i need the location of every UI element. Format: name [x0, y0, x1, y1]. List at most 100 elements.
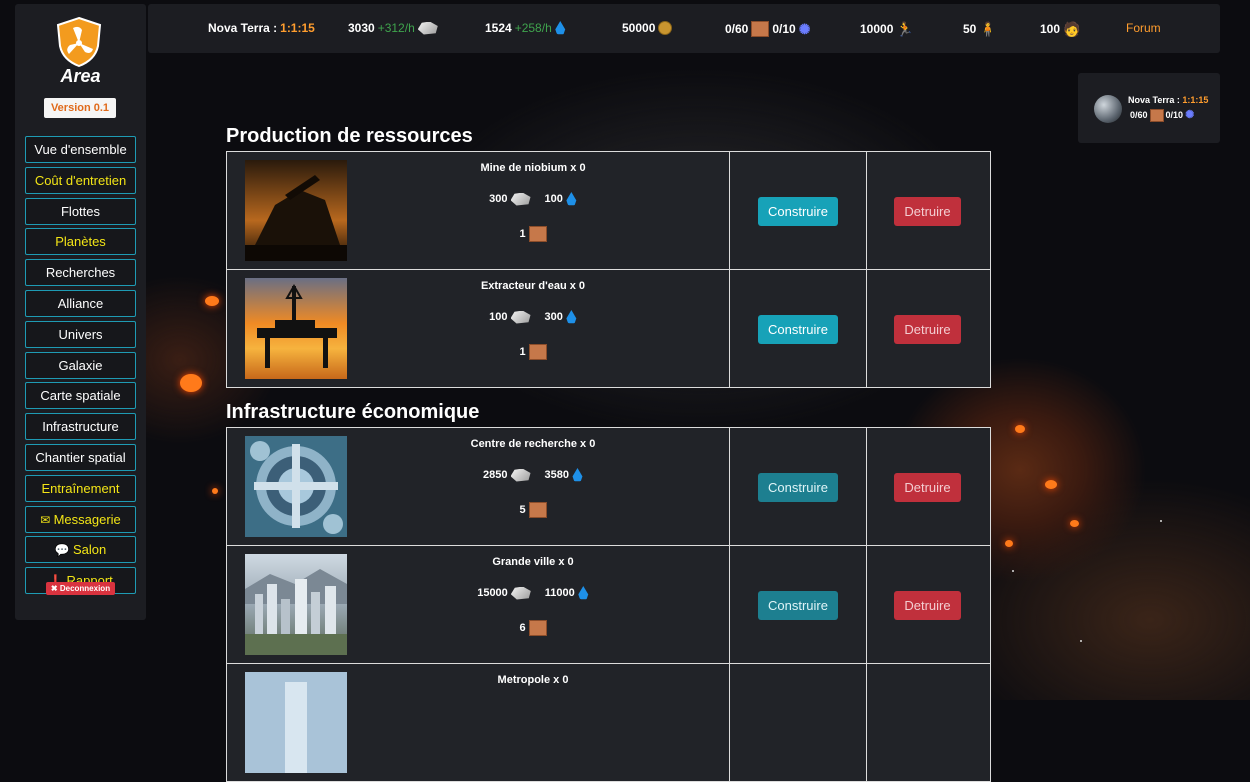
building-name: Extracteur d'eau x 0	[480, 280, 586, 292]
nav-item-salon[interactable]: 💬 Salon	[25, 536, 136, 564]
building-row: Extracteur d'eau x 0 100 300 1 Construir…	[227, 270, 990, 387]
ore-icon	[510, 586, 531, 600]
fan-shield-logo-icon	[56, 16, 102, 68]
envelope-icon: ✉	[40, 512, 54, 527]
destroy-button[interactable]: Detruire	[894, 315, 961, 344]
star-dot	[1012, 570, 1014, 572]
planet-card-capacity: 0/60 0/10 ✺	[1130, 108, 1199, 122]
ore-icon	[417, 21, 438, 35]
main-nav: Vue d'ensemble Coût d'entretien Flottes Pla…	[25, 136, 136, 598]
nav-item-messagerie[interactable]: ✉ Messagerie	[25, 505, 136, 533]
build-button[interactable]: Construire	[758, 473, 838, 502]
scientist-icon: 🧑	[1063, 21, 1081, 37]
building-name: Grande ville x 0	[492, 556, 574, 568]
building-name: Metropole x 0	[497, 674, 569, 686]
building-brick-cost: 1	[377, 226, 689, 242]
fuel-resource: 10000 🏃	[860, 21, 914, 37]
current-planet[interactable]: Nova Terra : 1:1:15	[208, 21, 315, 35]
ember	[1015, 425, 1025, 433]
nav-item-label: Vue d'ensemble	[34, 142, 127, 157]
planet-thumbnail	[1094, 95, 1122, 123]
worker-icon: 🧍	[979, 21, 997, 37]
section-title: Production de ressources	[226, 125, 473, 147]
planet-card-title: Nova Terra : 1:1:15	[1128, 95, 1209, 105]
niobium-mine-image	[245, 160, 347, 261]
building-row: Metropole x 0	[227, 664, 990, 781]
building-costs: 100 300	[377, 310, 689, 324]
nav-item-entra-nement[interactable]: Entraînement	[25, 474, 136, 502]
nav-item-label: Messagerie	[53, 511, 121, 527]
ember	[212, 488, 218, 494]
nav-item-plan-tes[interactable]: Planètes	[25, 228, 136, 256]
water-drop-icon	[572, 468, 583, 482]
planet-card[interactable]: Nova Terra : 1:1:15 0/60 0/10 ✺	[1078, 73, 1220, 143]
atom-icon: ✺	[798, 21, 811, 37]
building-name: Centre de recherche x 0	[470, 438, 596, 450]
nav-item-alliance[interactable]: Alliance	[25, 289, 136, 317]
nav-item-label: Coût d'entretien	[34, 172, 127, 188]
ore-icon	[510, 468, 531, 482]
nav-item-univers[interactable]: Univers	[25, 320, 136, 348]
water-drop-icon	[566, 310, 577, 324]
atom-icon: ✺	[1185, 109, 1195, 121]
destroy-button[interactable]: Detruire	[894, 197, 961, 226]
metropole-image	[245, 672, 347, 773]
building-brick-cost: 6	[377, 620, 689, 636]
chat-icon: 💬	[54, 543, 74, 558]
destroy-button[interactable]: Detruire	[894, 591, 961, 620]
destroy-button[interactable]: Detruire	[894, 473, 961, 502]
sidebar: Area Version 0.1 Vue d'ensemble Coût d'en…	[15, 4, 146, 620]
water-resource: 1524 +258/h	[485, 21, 566, 35]
nav-item-co-t-d-entretien[interactable]: Coût d'entretien	[25, 166, 136, 194]
ember	[1070, 520, 1079, 527]
water-extractor-image	[245, 278, 347, 379]
building-brick-cost: 1	[377, 344, 689, 360]
logout-button[interactable]: ✖ Deconnexion	[46, 582, 115, 595]
big-city-image	[245, 554, 347, 655]
star-dot	[1080, 640, 1082, 642]
brick-icon	[528, 620, 547, 636]
scientists-resource: 100 🧑	[1040, 21, 1081, 37]
nav-item-label: Salon	[73, 542, 107, 558]
nav-item-chantier-spatial[interactable]: Chantier spatial	[25, 443, 136, 471]
building-table: Centre de recherche x 0 2850 3580 5 Cons…	[226, 427, 991, 782]
water-rate: +258/h	[514, 21, 552, 35]
research-center-image	[245, 436, 347, 537]
nav-item-label: Chantier spatial	[35, 449, 126, 465]
build-button[interactable]: Construire	[758, 197, 838, 226]
ore-icon	[510, 192, 531, 206]
nav-item-flottes[interactable]: Flottes	[25, 197, 136, 225]
version-badge: Version 0.1	[44, 98, 116, 118]
credits-resource: 50000	[622, 21, 678, 35]
build-button[interactable]: Construire	[758, 315, 838, 344]
resource-bar: Nova Terra : 1:1:15 3030 +312/h 1524 +25…	[148, 4, 1220, 53]
ore-rate: +312/h	[377, 21, 415, 35]
ember	[180, 374, 202, 392]
nav-item-label: Flottes	[60, 203, 100, 219]
nav-item-label: Recherches	[45, 265, 116, 281]
ember	[1045, 480, 1057, 489]
nav-item-galaxie[interactable]: Galaxie	[25, 351, 136, 379]
nav-item-infrastructure[interactable]: Infrastructure	[25, 413, 136, 441]
water-drop-icon	[566, 192, 577, 206]
water-drop-icon	[555, 21, 566, 35]
nav-item-recherches[interactable]: Recherches	[25, 259, 136, 287]
nav-item-label: Entraînement	[41, 480, 120, 496]
brick-icon	[528, 226, 547, 242]
building-row: Centre de recherche x 0 2850 3580 5 Cons…	[227, 428, 990, 546]
brick-icon	[528, 344, 547, 360]
nav-item-carte-spatiale[interactable]: Carte spatiale	[25, 382, 136, 410]
brick-icon	[751, 21, 770, 37]
building-brick-cost: 5	[377, 502, 689, 518]
ember	[205, 296, 219, 306]
nav-item-vue-d-ensemble[interactable]: Vue d'ensemble	[25, 136, 136, 163]
building-row: Grande ville x 0 15000 11000 6 Construir…	[227, 546, 990, 664]
nav-item-label: Infrastructure	[42, 419, 119, 435]
brick-icon	[528, 502, 547, 518]
build-button[interactable]: Construire	[758, 591, 838, 620]
nav-item-label: Univers	[58, 326, 103, 342]
ore-resource: 3030 +312/h	[348, 21, 438, 35]
building-table: Mine de niobium x 0 300 100 1 Construire…	[226, 151, 991, 388]
building-costs: 300 100	[377, 192, 689, 206]
forum-link[interactable]: Forum	[1126, 21, 1161, 35]
